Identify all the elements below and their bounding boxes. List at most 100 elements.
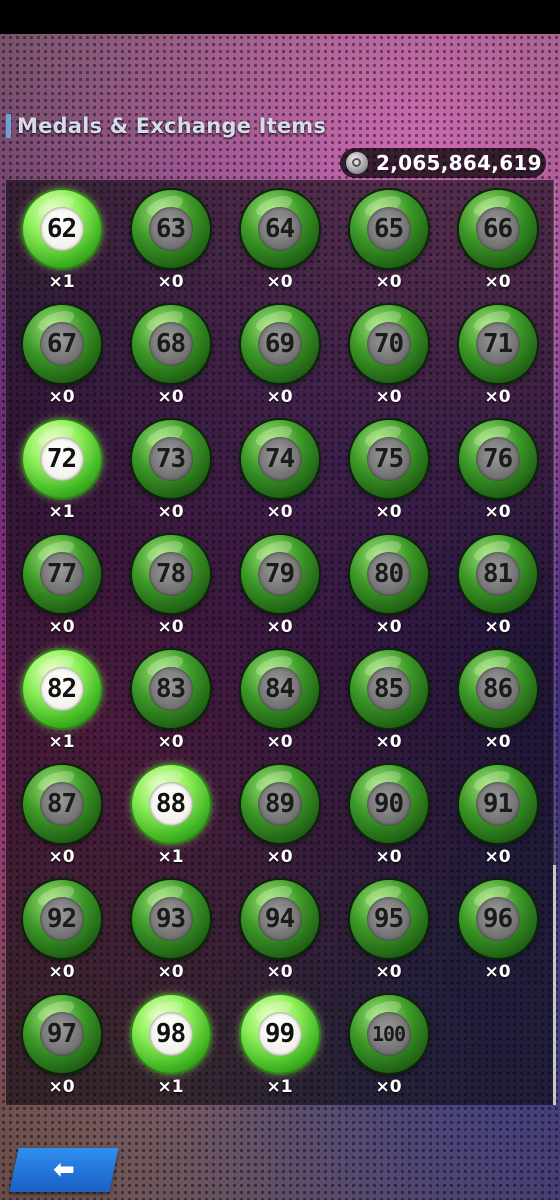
medal-icon[interactable]: 71 (458, 305, 537, 383)
medal-icon[interactable]: 68 (131, 305, 210, 383)
medal-item[interactable]: 90 ×0 (334, 765, 443, 880)
medal-icon[interactable]: 82 (22, 650, 101, 728)
medal-number: 69 (264, 329, 295, 359)
medal-number: 99 (264, 1019, 295, 1049)
medal-item[interactable]: 86 ×0 (443, 650, 552, 765)
medal-item[interactable]: 73 ×0 (116, 420, 225, 535)
medal-number: 62 (46, 214, 77, 244)
medal-number: 68 (155, 329, 186, 359)
medal-icon[interactable]: 98 (131, 995, 210, 1073)
medal-icon[interactable]: 64 (240, 190, 319, 268)
back-button[interactable]: ⬅ (9, 1148, 119, 1192)
medal-number: 82 (46, 674, 77, 704)
medal-item[interactable]: 80 ×0 (334, 535, 443, 650)
medal-icon[interactable]: 67 (22, 305, 101, 383)
medal-icon[interactable]: 77 (22, 535, 101, 613)
medal-number: 93 (155, 904, 186, 934)
medal-icon[interactable]: 65 (349, 190, 428, 268)
medal-icon[interactable]: 63 (131, 190, 210, 268)
medal-icon[interactable]: 75 (349, 420, 428, 498)
medal-item[interactable]: 100 ×0 (334, 995, 443, 1110)
medal-item[interactable]: 93 ×0 (116, 880, 225, 995)
medal-icon[interactable]: 90 (349, 765, 428, 843)
medal-icon[interactable]: 85 (349, 650, 428, 728)
medal-item[interactable]: 98 ×1 (116, 995, 225, 1110)
medal-icon[interactable]: 94 (240, 880, 319, 958)
medal-icon[interactable]: 99 (240, 995, 319, 1073)
medal-number: 77 (46, 559, 77, 589)
medal-item[interactable]: 99 ×1 (225, 995, 334, 1110)
medal-item[interactable]: 79 ×0 (225, 535, 334, 650)
medal-icon[interactable]: 96 (458, 880, 537, 958)
medal-item[interactable]: 91 ×0 (443, 765, 552, 880)
medal-icon[interactable]: 81 (458, 535, 537, 613)
medal-icon[interactable]: 92 (22, 880, 101, 958)
medal-icon[interactable]: 78 (131, 535, 210, 613)
medal-item[interactable]: 67 ×0 (7, 305, 116, 420)
medal-item[interactable]: 75 ×0 (334, 420, 443, 535)
medal-icon[interactable]: 84 (240, 650, 319, 728)
medal-icon[interactable]: 62 (22, 190, 101, 268)
medal-item[interactable]: 96 ×0 (443, 880, 552, 995)
medal-icon[interactable]: 72 (22, 420, 101, 498)
medal-icon[interactable]: 79 (240, 535, 319, 613)
medal-item[interactable]: 66 ×0 (443, 190, 552, 305)
medal-item[interactable]: 87 ×0 (7, 765, 116, 880)
medal-item[interactable]: 82 ×1 (7, 650, 116, 765)
medal-item[interactable]: 72 ×1 (7, 420, 116, 535)
medal-item[interactable]: 89 ×0 (225, 765, 334, 880)
medal-icon[interactable]: 93 (131, 880, 210, 958)
medal-count: ×0 (157, 387, 184, 407)
medal-item[interactable]: 65 ×0 (334, 190, 443, 305)
medal-face: 65 (366, 207, 411, 251)
medal-icon[interactable]: 100 (349, 995, 428, 1073)
medal-item[interactable]: 85 ×0 (334, 650, 443, 765)
medal-icon[interactable]: 70 (349, 305, 428, 383)
medal-icon[interactable]: 89 (240, 765, 319, 843)
medal-item[interactable]: 88 ×1 (116, 765, 225, 880)
medal-icon[interactable]: 80 (349, 535, 428, 613)
medal-item[interactable]: 62 ×1 (7, 190, 116, 305)
medal-icon[interactable]: 97 (22, 995, 101, 1073)
medal-item[interactable]: 76 ×0 (443, 420, 552, 535)
medal-number: 85 (373, 674, 404, 704)
medal-item[interactable]: 81 ×0 (443, 535, 552, 650)
medal-icon[interactable]: 74 (240, 420, 319, 498)
medal-icon[interactable]: 73 (131, 420, 210, 498)
medal-number: 66 (482, 214, 513, 244)
medal-item[interactable]: 68 ×0 (116, 305, 225, 420)
medal-item[interactable]: 78 ×0 (116, 535, 225, 650)
medal-icon[interactable]: 66 (458, 190, 537, 268)
medal-icon[interactable]: 95 (349, 880, 428, 958)
medal-count: ×0 (375, 1077, 402, 1097)
medal-item[interactable]: 70 ×0 (334, 305, 443, 420)
medal-number: 97 (46, 1019, 77, 1049)
medal-item[interactable]: 69 ×0 (225, 305, 334, 420)
medal-count: ×0 (266, 387, 293, 407)
medal-item[interactable]: 63 ×0 (116, 190, 225, 305)
medal-item[interactable]: 95 ×0 (334, 880, 443, 995)
medal-number: 95 (373, 904, 404, 934)
medal-item[interactable]: 77 ×0 (7, 535, 116, 650)
medal-item[interactable]: 64 ×0 (225, 190, 334, 305)
medal-face: 66 (475, 207, 520, 251)
medal-face: 74 (257, 437, 302, 481)
medal-count: ×0 (375, 617, 402, 637)
medal-face: 85 (366, 667, 411, 711)
medal-icon[interactable]: 69 (240, 305, 319, 383)
medal-icon[interactable]: 88 (131, 765, 210, 843)
medal-item[interactable]: 83 ×0 (116, 650, 225, 765)
medal-item[interactable]: 92 ×0 (7, 880, 116, 995)
medal-icon[interactable]: 76 (458, 420, 537, 498)
medal-item[interactable]: 84 ×0 (225, 650, 334, 765)
medal-icon[interactable]: 86 (458, 650, 537, 728)
medal-item[interactable]: 71 ×0 (443, 305, 552, 420)
medal-icon[interactable]: 87 (22, 765, 101, 843)
medal-icon[interactable]: 83 (131, 650, 210, 728)
medal-item[interactable]: 94 ×0 (225, 880, 334, 995)
medal-item[interactable]: 97 ×0 (7, 995, 116, 1110)
medal-icon[interactable]: 91 (458, 765, 537, 843)
medal-face: 79 (257, 552, 302, 596)
medal-item[interactable]: 74 ×0 (225, 420, 334, 535)
medal-face: 72 (39, 437, 84, 481)
